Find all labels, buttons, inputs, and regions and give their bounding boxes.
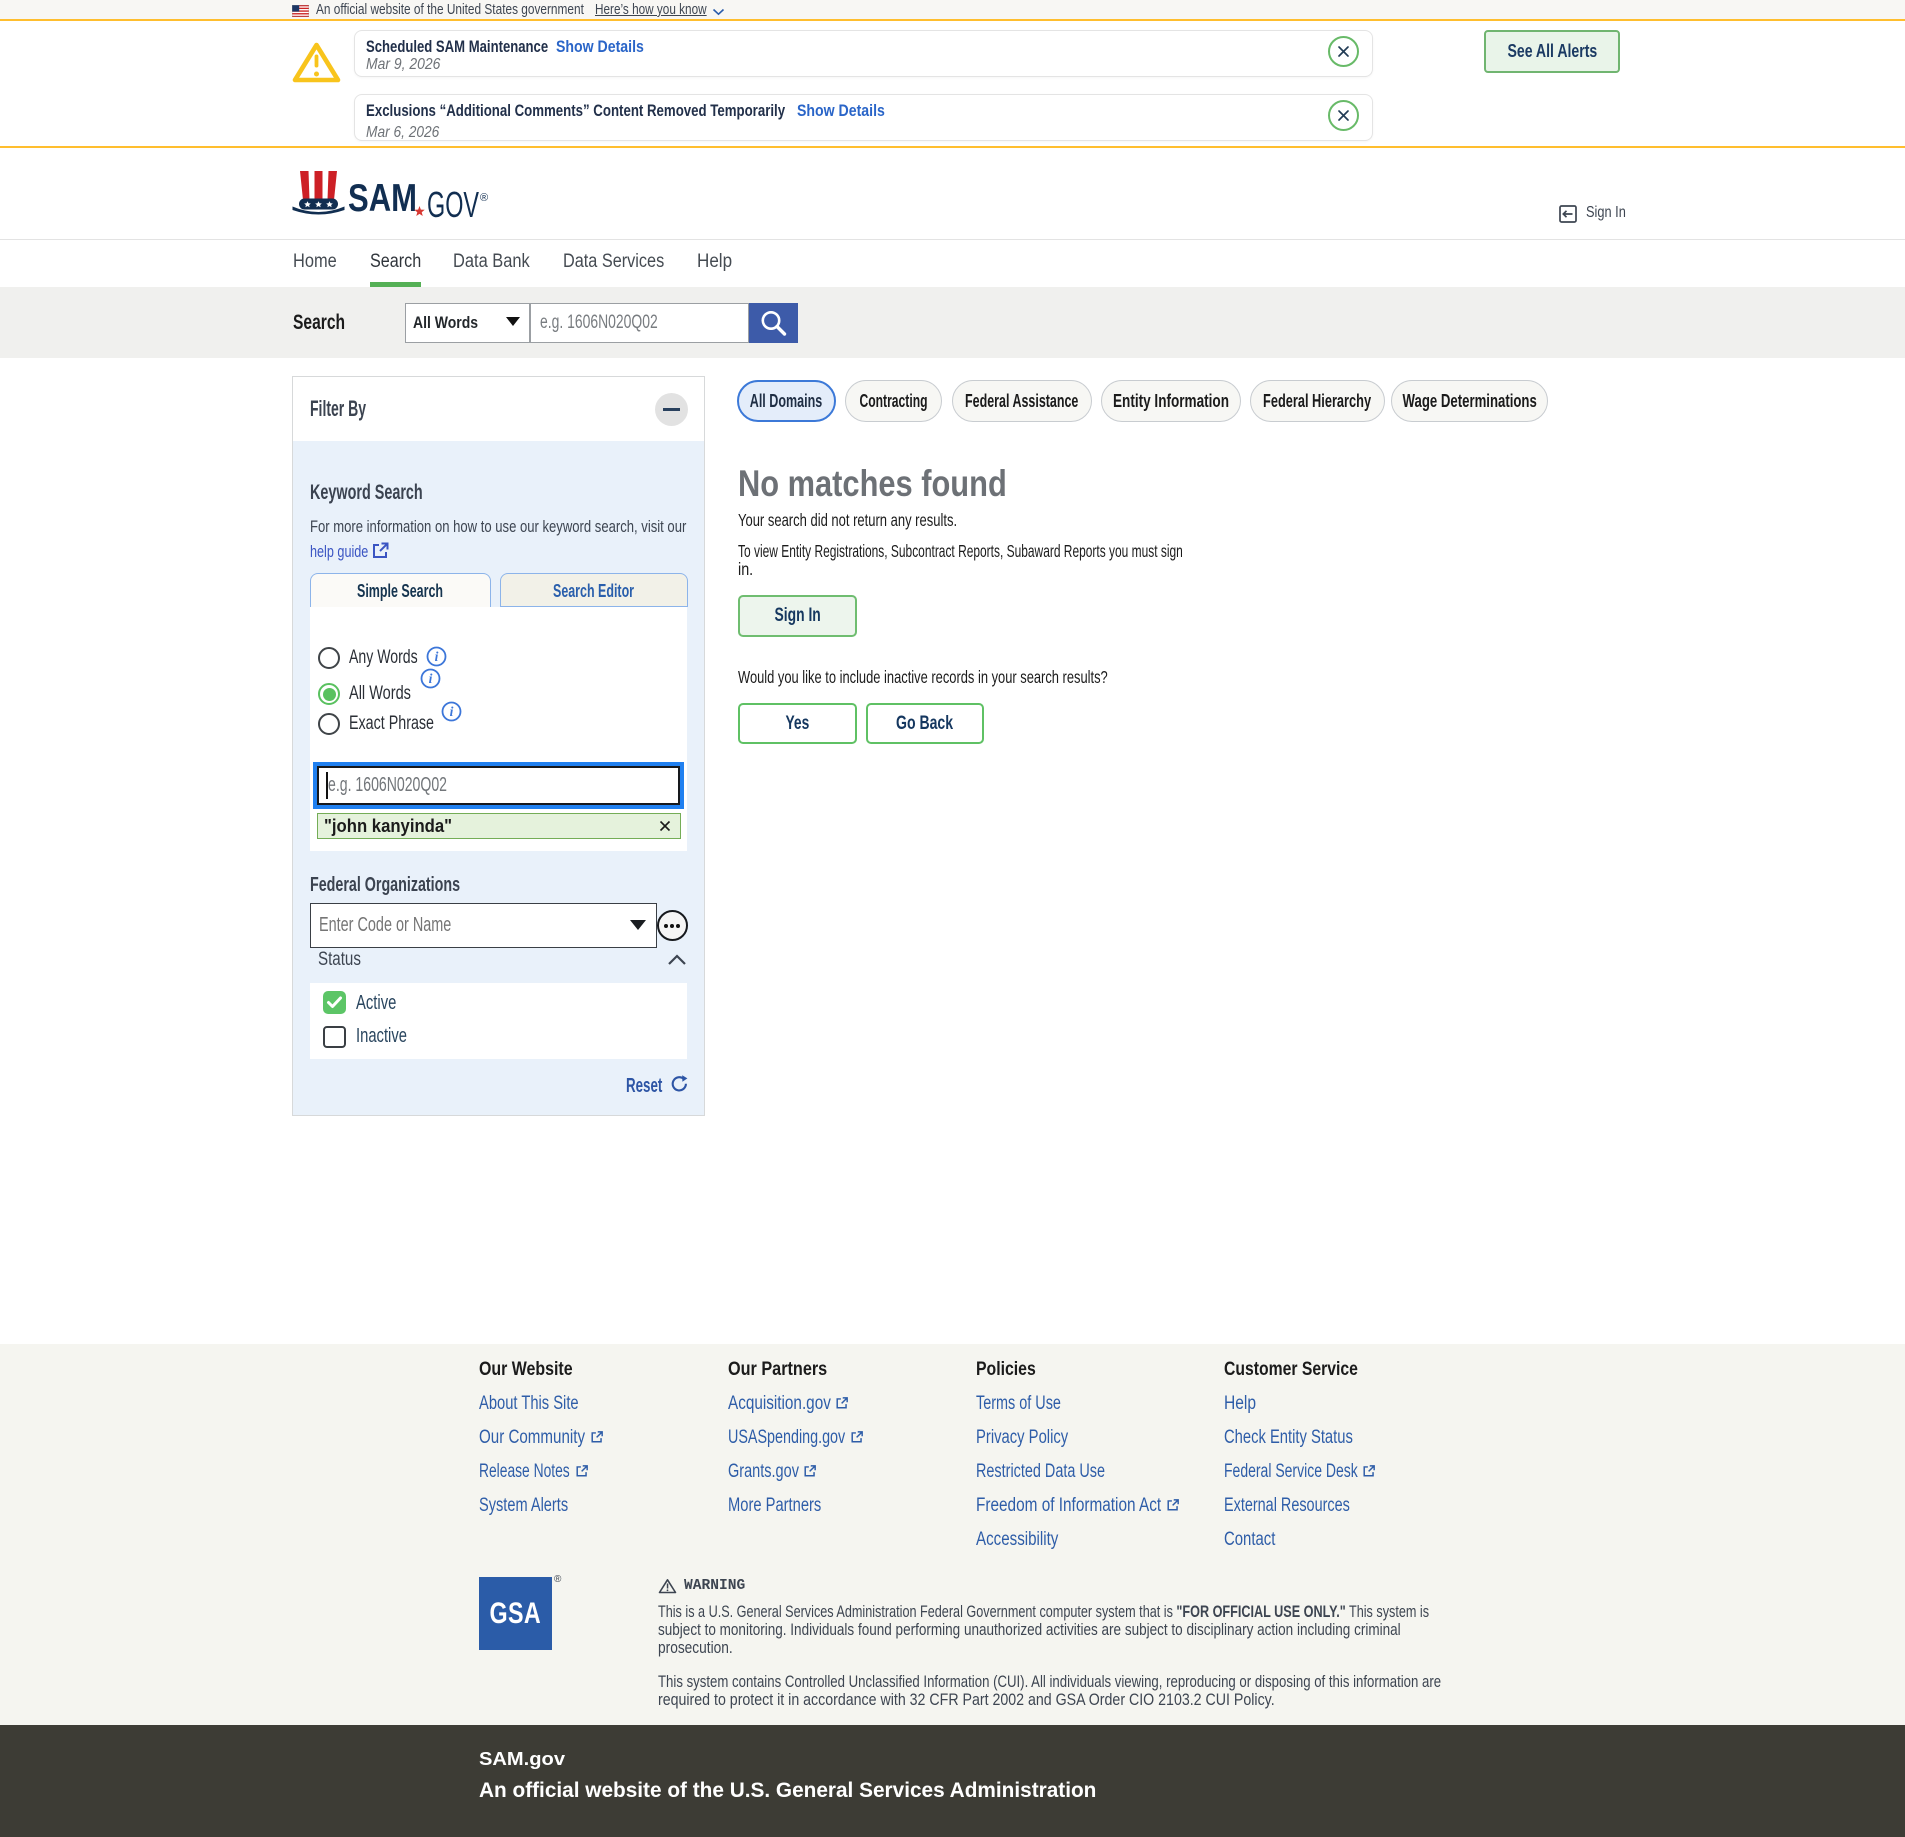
- svg-text:i: i: [429, 671, 433, 686]
- svg-text:i: i: [450, 704, 454, 719]
- svg-text:i: i: [435, 649, 439, 664]
